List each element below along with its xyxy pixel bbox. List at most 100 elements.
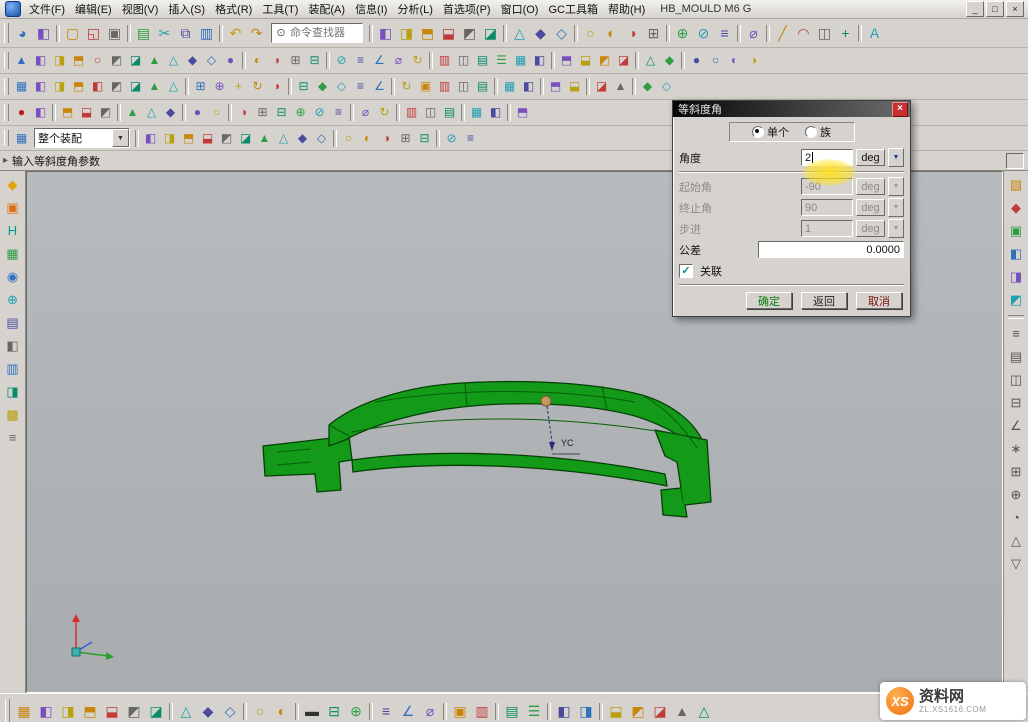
general-filter-icon[interactable]: ⊟ bbox=[415, 129, 434, 148]
through-curves-icon[interactable]: ⬒ bbox=[557, 51, 576, 70]
circle-tool-icon[interactable]: ○ bbox=[88, 51, 107, 70]
select-bodies-icon[interactable]: ◑ bbox=[377, 129, 396, 148]
face-analysis-view-icon[interactable]: ∠ bbox=[370, 77, 389, 96]
sketch-line-icon[interactable]: ◨ bbox=[50, 51, 69, 70]
snap-endpoint-icon[interactable]: ◧ bbox=[141, 129, 160, 148]
polygon-tool-icon[interactable]: ◪ bbox=[126, 51, 145, 70]
open-file-icon[interactable]: ◱ bbox=[83, 23, 104, 44]
move-object-icon[interactable]: ⊕ bbox=[672, 23, 693, 44]
hole-feature-icon[interactable]: ⊘ bbox=[332, 51, 351, 70]
clear-selection-icon[interactable]: ≡ bbox=[461, 129, 480, 148]
pan-view-icon[interactable]: + bbox=[229, 77, 248, 96]
top-view-btn-icon[interactable]: ◆ bbox=[197, 700, 219, 722]
isometric-view-icon[interactable]: ◨ bbox=[50, 77, 69, 96]
sync-views-icon[interactable]: ◪ bbox=[649, 700, 671, 722]
context-help-icon[interactable]: ⬒ bbox=[513, 103, 532, 122]
materials-palette-icon[interactable]: ▣ bbox=[3, 198, 23, 218]
datum-axis-icon[interactable]: ◑ bbox=[267, 51, 286, 70]
snap-intersection-icon[interactable]: ⬓ bbox=[198, 129, 217, 148]
save-icon[interactable]: ▣ bbox=[104, 23, 125, 44]
wireframe-view-icon[interactable]: ◇ bbox=[332, 77, 351, 96]
sketch-arc-icon[interactable]: ⬒ bbox=[69, 51, 88, 70]
wave-geometry-linker-icon[interactable]: △ bbox=[641, 51, 660, 70]
law-curve-icon[interactable]: ○ bbox=[706, 51, 725, 70]
point-set-icon[interactable]: ⊟ bbox=[305, 51, 324, 70]
offset-curve-icon[interactable]: ▲ bbox=[145, 51, 164, 70]
edge-blend-icon[interactable]: ○ bbox=[580, 23, 601, 44]
split-body-icon[interactable]: ◫ bbox=[454, 51, 473, 70]
move-feature-icon[interactable]: ⊟ bbox=[272, 103, 291, 122]
helix-curve-icon[interactable]: ● bbox=[687, 51, 706, 70]
menu-item[interactable]: 格式(R) bbox=[210, 0, 257, 18]
part-model-3d[interactable] bbox=[257, 370, 717, 520]
palette-panel-icon[interactable]: ▣ bbox=[1006, 221, 1026, 241]
studio-view-icon[interactable]: ≡ bbox=[351, 77, 370, 96]
type-filter-icon[interactable]: ▦ bbox=[12, 129, 31, 148]
print-icon[interactable]: ▤ bbox=[133, 23, 154, 44]
layer-settings-icon[interactable]: ◫ bbox=[454, 77, 473, 96]
extract-body-icon[interactable]: ◆ bbox=[660, 51, 679, 70]
back-button[interactable]: 返回 bbox=[801, 292, 847, 309]
snap-quadrant-icon[interactable]: ◪ bbox=[236, 129, 255, 148]
pocket-feature-icon[interactable]: ∠ bbox=[370, 51, 389, 70]
edit-positioning-icon[interactable]: ⊞ bbox=[253, 103, 272, 122]
toolbar-grip[interactable] bbox=[4, 104, 9, 122]
chamfer-icon[interactable]: ◐ bbox=[601, 23, 622, 44]
assembly-constraints-icon[interactable]: ▥ bbox=[471, 700, 493, 722]
refresh-view-icon[interactable]: ◨ bbox=[57, 700, 79, 722]
fit-window-icon[interactable]: ⬒ bbox=[79, 700, 101, 722]
rotate-tool-icon[interactable]: ◪ bbox=[145, 700, 167, 722]
full-screen-icon[interactable]: ◇ bbox=[657, 77, 676, 96]
part-information-icon[interactable]: ◫ bbox=[421, 103, 440, 122]
menu-grid-icon[interactable]: ▦ bbox=[13, 700, 35, 722]
sketch-icon[interactable]: ◧ bbox=[375, 23, 396, 44]
zoom-tool-icon[interactable]: ⬓ bbox=[101, 700, 123, 722]
pad-feature-icon[interactable]: ⌀ bbox=[389, 51, 408, 70]
reports-palette-icon[interactable]: ▦ bbox=[3, 244, 23, 264]
views-panel-icon[interactable]: ◫ bbox=[1006, 370, 1026, 390]
cancel-button[interactable]: 取消 bbox=[856, 292, 902, 309]
menu-item[interactable]: 编辑(E) bbox=[70, 0, 117, 18]
associative-checkbox[interactable]: ✓ bbox=[679, 264, 693, 278]
select-mode-icon[interactable]: ◧ bbox=[35, 700, 57, 722]
toolbar-grip[interactable] bbox=[5, 699, 10, 722]
angle-unit-box[interactable]: deg bbox=[856, 149, 885, 166]
ok-button[interactable]: 确定 bbox=[746, 292, 792, 309]
toolbar-grip[interactable] bbox=[4, 23, 9, 43]
work-plane-icon[interactable]: ◧ bbox=[486, 103, 505, 122]
cut-icon[interactable]: ✂ bbox=[154, 23, 175, 44]
sew-surface-icon[interactable]: ▤ bbox=[473, 51, 492, 70]
chevron-down-icon[interactable]: ▼ bbox=[112, 129, 129, 147]
component-hide-icon[interactable]: ∠ bbox=[397, 700, 419, 722]
toolbar-grip[interactable] bbox=[4, 52, 9, 70]
select-edges-icon[interactable]: ◐ bbox=[358, 129, 377, 148]
copy-icon[interactable]: ⧉ bbox=[175, 23, 196, 44]
window-control-button[interactable]: × bbox=[1006, 1, 1024, 17]
angle-input[interactable]: 2 bbox=[801, 149, 853, 166]
mirror-curve-icon[interactable]: △ bbox=[164, 51, 183, 70]
unsuppress-feature-icon[interactable]: ≡ bbox=[329, 103, 348, 122]
revolve-icon[interactable]: ⬒ bbox=[417, 23, 438, 44]
command-finder-input[interactable] bbox=[288, 26, 360, 40]
toolbar-grip[interactable] bbox=[4, 78, 9, 96]
rib-feature-icon[interactable]: ↻ bbox=[408, 51, 427, 70]
measure-tool-icon[interactable]: ▤ bbox=[501, 700, 523, 722]
show-all-icon[interactable]: ▥ bbox=[435, 77, 454, 96]
menu-item[interactable]: 首选项(P) bbox=[438, 0, 496, 18]
analysis-tool-icon[interactable]: ☰ bbox=[523, 700, 545, 722]
back-view-icon[interactable]: ▲ bbox=[145, 77, 164, 96]
highlight-selection-icon[interactable]: ⊘ bbox=[442, 129, 461, 148]
user-defined-feature-icon[interactable]: ○ bbox=[207, 103, 226, 122]
command-finder[interactable]: ⊙ bbox=[271, 23, 363, 43]
edit-background-icon[interactable]: ◧ bbox=[519, 77, 538, 96]
select-faces-icon[interactable]: ○ bbox=[339, 129, 358, 148]
history-palette-icon[interactable]: H bbox=[3, 221, 23, 241]
nx-logo-icon[interactable]: ◕ bbox=[12, 23, 33, 44]
symbols-panel-icon[interactable]: ∗ bbox=[1006, 439, 1026, 459]
snap-arc-center-icon[interactable]: ◩ bbox=[217, 129, 236, 148]
grid-display-icon[interactable]: ▦ bbox=[467, 103, 486, 122]
patch-surface-icon[interactable]: ☰ bbox=[492, 51, 511, 70]
wcs-origin-icon[interactable]: ◆ bbox=[161, 103, 180, 122]
part-navigator-icon[interactable]: ⬓ bbox=[77, 103, 96, 122]
snap-toggle-icon[interactable]: ⊟ bbox=[323, 700, 345, 722]
